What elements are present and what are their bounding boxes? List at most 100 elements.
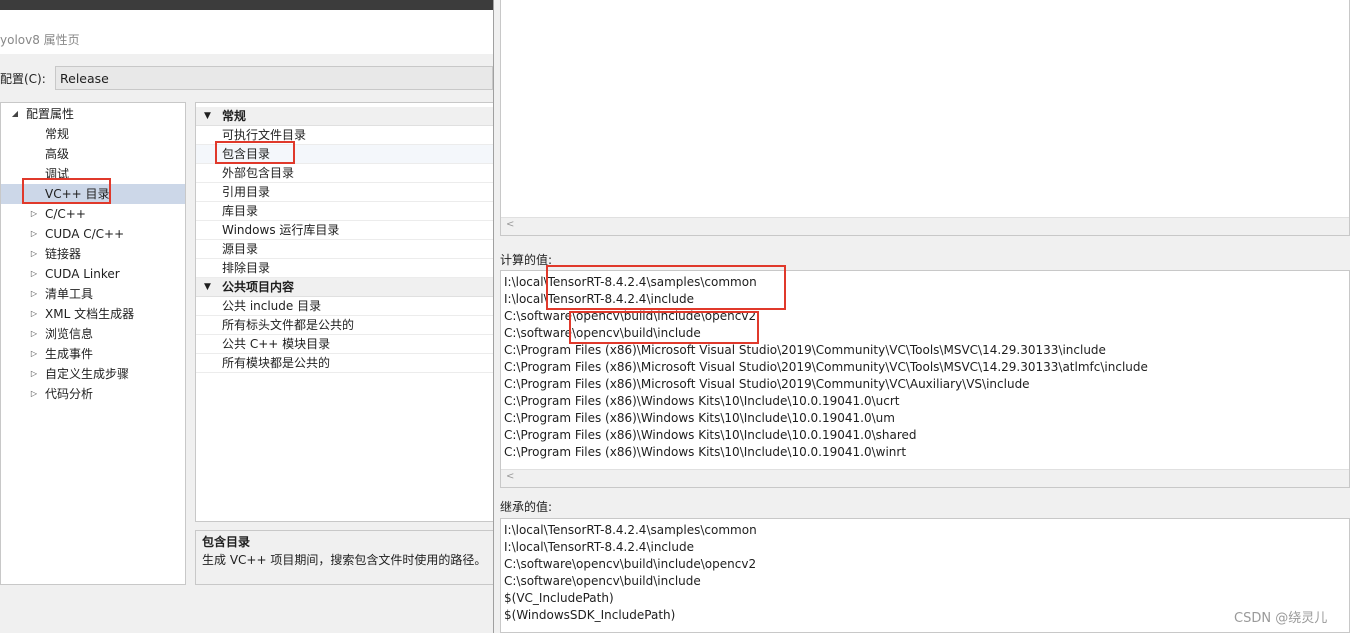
tree-root-config-properties[interactable]: ◢ 配置属性 [1, 104, 185, 124]
tree-item-label: 自定义生成步骤 [45, 367, 130, 381]
window-titlebar [0, 0, 493, 10]
grid-property-row[interactable]: 包含目录 [196, 145, 494, 164]
tree-item-label: CUDA C/C++ [45, 227, 125, 241]
grid-property-label: 公共 C++ 模块目录 [222, 337, 331, 351]
grid-property-row[interactable]: 外部包含目录 [196, 164, 494, 183]
grid-category-label: 常规 [222, 109, 247, 123]
grid-property-label: Windows 运行库目录 [222, 223, 340, 237]
path-line[interactable]: C:\Program Files (x86)\Microsoft Visual … [504, 376, 1030, 393]
grid-property-row[interactable]: 排除目录 [196, 259, 494, 278]
tree-item-label: XML 文档生成器 [45, 307, 135, 321]
tree-item-label: 清单工具 [45, 287, 94, 301]
path-line[interactable]: C:\software\opencv\build\include\opencv2 [504, 556, 756, 573]
scroll-left-icon[interactable]: < [506, 219, 514, 230]
expand-arrow-icon[interactable]: ▷ [29, 364, 39, 384]
description-panel: 包含目录 生成 VC++ 项目期间，搜索包含文件时使用的路径。 [195, 530, 493, 585]
tree-item-label: VC++ 目录 [45, 187, 110, 201]
path-line[interactable]: C:\software\opencv\build\include\opencv2 [504, 308, 756, 325]
path-line[interactable]: I:\local\TensorRT-8.4.2.4\samples\common [504, 522, 757, 539]
grid-category[interactable]: ▼ 常规 [196, 107, 494, 126]
tree-item[interactable]: ▷ 自定义生成步骤 [1, 364, 185, 384]
tree-item-label: 高级 [45, 147, 70, 161]
computed-values-list[interactable]: C:\Program Files (x86)\Windows Kits\10\I… [500, 270, 1350, 488]
tree-item[interactable]: ▷ 代码分析 [1, 384, 185, 404]
tree-item-label: 常规 [45, 127, 70, 141]
grid-property-row[interactable]: 源目录 [196, 240, 494, 259]
path-line[interactable]: C:\Program Files (x86)\Windows Kits\10\I… [504, 427, 917, 444]
tree-item[interactable]: ▷ XML 文档生成器 [1, 304, 185, 324]
tree-item-label: 调试 [45, 167, 70, 181]
expand-arrow-icon[interactable]: ▷ [29, 264, 39, 284]
path-line[interactable]: C:\Program Files (x86)\Windows Kits\10\I… [504, 393, 900, 410]
path-line[interactable]: I:\local\TensorRT-8.4.2.4\include [504, 291, 694, 308]
grid-property-row[interactable]: 引用目录 [196, 183, 494, 202]
description-text: 生成 VC++ 项目期间，搜索包含文件时使用的路径。 [202, 553, 487, 567]
category-collapse-icon[interactable]: ▼ [204, 278, 211, 297]
tree-item[interactable]: ▷ 生成事件 [1, 344, 185, 364]
grid-property-label: 外部包含目录 [222, 166, 295, 180]
path-line[interactable]: $(WindowsSDK_IncludePath) [504, 607, 675, 624]
path-line[interactable]: I:\local\TensorRT-8.4.2.4\include [504, 539, 694, 556]
grid-property-row[interactable]: 所有标头文件都是公共的 [196, 316, 494, 335]
description-title: 包含目录 [202, 535, 251, 549]
grid-property-row[interactable]: 公共 C++ 模块目录 [196, 335, 494, 354]
grid-category-label: 公共项目内容 [222, 280, 295, 294]
expand-arrow-icon[interactable]: ▷ [29, 224, 39, 244]
grid-property-label: 源目录 [222, 242, 259, 256]
path-line[interactable]: C:\Program Files (x86)\Windows Kits\10\I… [504, 410, 895, 427]
expand-arrow-icon[interactable]: ▷ [29, 324, 39, 344]
grid-property-label: 引用目录 [222, 185, 271, 199]
grid-property-label: 公共 include 目录 [222, 299, 322, 313]
tree-item[interactable]: ▷ CUDA C/C++ [1, 224, 185, 244]
grid-category[interactable]: ▼ 公共项目内容 [196, 278, 494, 297]
tree-item[interactable]: ▷ C/C++ [1, 204, 185, 224]
path-line[interactable]: C:\software\opencv\build\include [504, 325, 701, 342]
path-line[interactable]: C:\Program Files (x86)\Microsoft Visual … [504, 359, 1148, 376]
expand-arrow-icon[interactable]: ▷ [29, 204, 39, 224]
collapse-arrow-icon[interactable]: ◢ [10, 104, 20, 124]
grid-property-row[interactable]: 公共 include 目录 [196, 297, 494, 316]
tree-item[interactable]: ▷ 清单工具 [1, 284, 185, 304]
path-line[interactable]: C:\software\opencv\build\include [504, 573, 701, 590]
expand-arrow-icon[interactable]: ▷ [29, 244, 39, 264]
tree-item-label: 浏览信息 [45, 327, 94, 341]
grid-property-label: 库目录 [222, 204, 259, 218]
grid-property-row[interactable]: Windows 运行库目录 [196, 221, 494, 240]
path-line[interactable]: I:\local\TensorRT-8.4.2.4\samples\common [504, 274, 757, 291]
property-tree[interactable]: ◢ 配置属性 常规 高级 调试 VC++ 目录 ▷ C/C++ ▷ CUDA C/C++ ▷ 链接器 ▷… [0, 102, 186, 585]
tree-item[interactable]: 常规 [1, 124, 185, 144]
category-collapse-icon[interactable]: ▼ [204, 107, 211, 126]
config-dropdown[interactable]: Release [55, 66, 493, 90]
tree-item[interactable]: ▷ 浏览信息 [1, 324, 185, 344]
tree-item-label: CUDA Linker [45, 267, 120, 281]
path-line[interactable]: C:\Program Files (x86)\Microsoft Visual … [504, 342, 1106, 359]
inherited-values-list[interactable]: $(WindowsSDK_IncludePath) $(VC_IncludePat… [500, 518, 1350, 633]
grid-property-row[interactable]: 所有模块都是公共的 [196, 354, 494, 373]
horizontal-scrollbar[interactable]: < [501, 217, 1349, 235]
path-line[interactable]: C:\Program Files (x86)\Windows Kits\10\I… [504, 444, 906, 461]
expand-arrow-icon[interactable]: ▷ [29, 344, 39, 364]
tree-item-label: C/C++ [45, 207, 86, 221]
config-label: 配置(C): [0, 72, 46, 86]
expand-arrow-icon[interactable]: ▷ [29, 304, 39, 324]
grid-property-row[interactable]: 可执行文件目录 [196, 126, 494, 145]
grid-property-label: 排除目录 [222, 261, 271, 275]
expand-arrow-icon[interactable]: ▷ [29, 384, 39, 404]
property-grid[interactable]: ▼ 常规可执行文件目录 包含目录外部包含目录 引用目录库目录 Windows 运行库目录… [195, 102, 494, 522]
path-line[interactable]: $(VC_IncludePath) [504, 590, 614, 607]
tree-item-label: 代码分析 [45, 387, 94, 401]
tree-item[interactable]: VC++ 目录 [1, 184, 185, 204]
tree-item[interactable]: ▷ CUDA Linker [1, 264, 185, 284]
tree-item[interactable]: ▷ 链接器 [1, 244, 185, 264]
titlebar-gap [0, 10, 493, 24]
tree-item[interactable]: 调试 [1, 164, 185, 184]
grid-property-row[interactable]: 库目录 [196, 202, 494, 221]
scroll-left-icon[interactable]: < [506, 471, 514, 482]
inherited-values-label: 继承的值: [500, 500, 553, 514]
computed-horizontal-scrollbar[interactable]: < [501, 469, 1349, 487]
watermark: CSDN @绕灵儿 [1234, 611, 1328, 626]
expand-arrow-icon[interactable]: ▷ [29, 284, 39, 304]
tree-item[interactable]: 高级 [1, 144, 185, 164]
directory-edit-box[interactable]: < [500, 0, 1350, 236]
grid-property-label: 所有标头文件都是公共的 [222, 318, 355, 332]
